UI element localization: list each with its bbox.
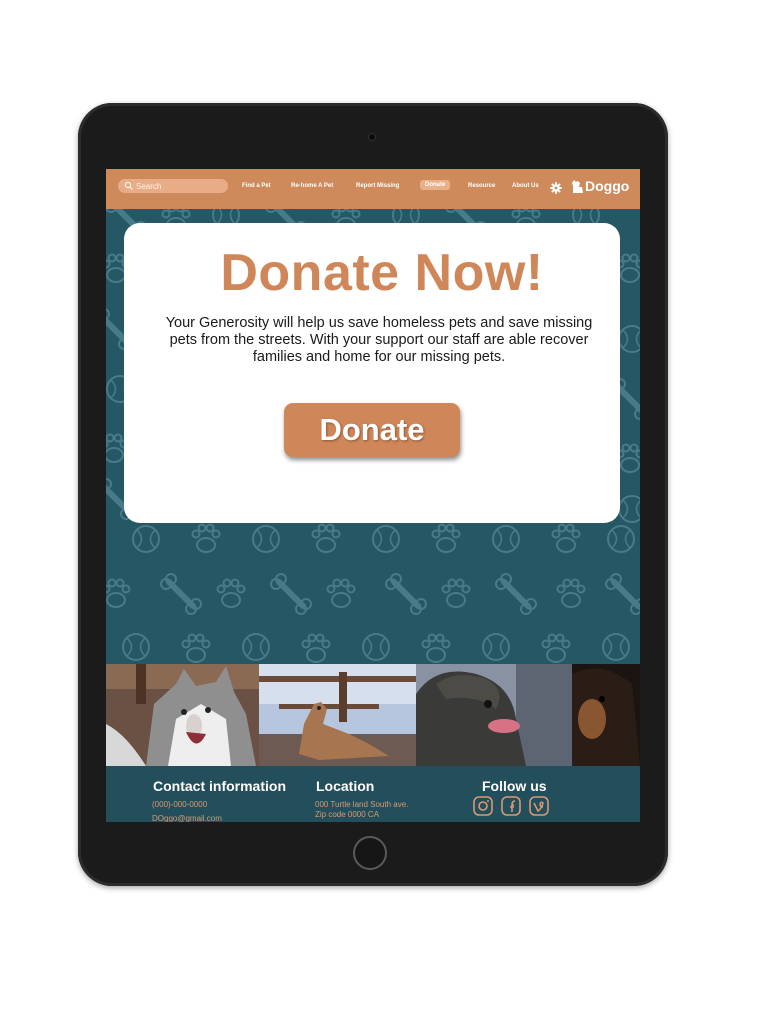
vine-icon[interactable]: [529, 796, 549, 816]
home-button[interactable]: [353, 836, 387, 870]
footer: Contact information (000)-000-0000 DOggo…: [106, 766, 640, 822]
location-heading: Location: [316, 778, 375, 794]
search-placeholder: Search: [136, 181, 162, 191]
shaggy-dog-photo: [416, 664, 572, 766]
nav-bar: Search Find a Pet Re-home A Pet Report M…: [106, 169, 640, 209]
logo-text: Doggo: [585, 178, 630, 194]
logo[interactable]: Doggo: [571, 178, 629, 194]
nav-donate[interactable]: Donate: [420, 180, 451, 190]
donate-button[interactable]: Donate: [284, 403, 460, 457]
search-input[interactable]: Search: [118, 179, 228, 193]
nav-about-us[interactable]: About Us: [512, 183, 539, 189]
rottweiler-photo: [572, 664, 640, 766]
donate-description: Your Generosity will help us save homele…: [165, 315, 593, 365]
page-title: Donate Now!: [220, 244, 544, 302]
instagram-icon[interactable]: [473, 796, 493, 816]
dog-logo-icon: [572, 179, 583, 193]
nav-find-a-pet[interactable]: Find a Pet: [242, 183, 271, 189]
nav-report-missing[interactable]: Report Missing: [356, 183, 399, 189]
screen: Search Find a Pet Re-home A Pet Report M…: [106, 169, 640, 822]
camera-icon: [368, 133, 376, 141]
facebook-icon[interactable]: [501, 796, 521, 816]
donate-card: Donate Now! Your Generosity will help us…: [124, 223, 620, 523]
contact-phone[interactable]: (000)-000-0000: [152, 800, 207, 810]
follow-heading: Follow us: [482, 778, 547, 794]
nav-rehome-a-pet[interactable]: Re-home A Pet: [291, 183, 333, 189]
photo-strip: [106, 664, 640, 766]
nav-resource[interactable]: Resource: [468, 183, 495, 189]
contact-email[interactable]: DOggo@gmail.com: [152, 814, 222, 822]
address-line-1: 000 Turtle land South ave.: [315, 800, 409, 809]
tablet-frame: Search Find a Pet Re-home A Pet Report M…: [78, 103, 668, 886]
gear-icon[interactable]: [550, 182, 562, 194]
husky-photo: [106, 664, 259, 766]
address-line-2: Zip code 0000 CA: [315, 810, 380, 819]
search-icon: [124, 181, 133, 190]
dog-on-dock-photo: [259, 664, 416, 766]
contact-heading: Contact information: [153, 778, 286, 794]
